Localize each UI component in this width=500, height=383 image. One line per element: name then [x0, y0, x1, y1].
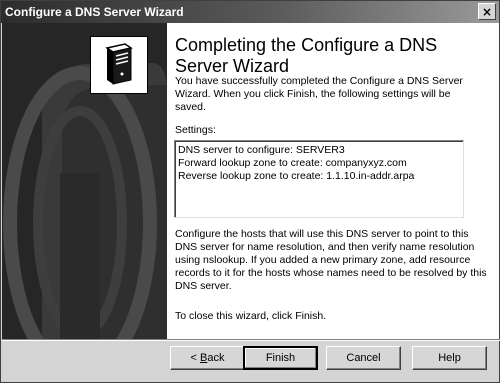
window-title: Configure a DNS Server Wizard	[5, 5, 184, 19]
instructions-text: Configure the hosts that will use this D…	[175, 228, 487, 292]
close-button[interactable]: ×	[478, 3, 496, 20]
settings-label: Settings:	[175, 124, 216, 136]
page-title: Completing the Configure a DNS Server Wi…	[175, 35, 438, 76]
close-instruction-text: To close this wizard, click Finish.	[175, 310, 327, 322]
setting-forward-zone: Forward lookup zone to create: companyxy…	[178, 157, 407, 169]
close-icon: ×	[481, 4, 493, 19]
server-tower-icon	[90, 36, 148, 94]
intro-text: You have successfully completed the Conf…	[175, 75, 463, 113]
setting-dns-server: DNS server to configure: SERVER3	[178, 144, 345, 156]
wizard-content: Completing the Configure a DNS Server Wi…	[167, 23, 499, 339]
cancel-button-label: Cancel	[346, 352, 381, 364]
back-button-label: ack	[207, 352, 225, 364]
setting-reverse-zone: Reverse lookup zone to create: 1.1.10.in…	[178, 170, 415, 182]
help-button-label: Help	[438, 352, 461, 364]
cancel-button[interactable]: Cancel	[326, 346, 401, 370]
back-button-prefix: <	[190, 352, 200, 364]
help-button[interactable]: Help	[412, 346, 487, 370]
divider-highlight	[2, 340, 500, 341]
wizard-window: Configure a DNS Server Wizard × Completi…	[0, 0, 500, 383]
title-bar[interactable]: Configure a DNS Server Wizard ×	[1, 1, 499, 23]
settings-textbox[interactable]: DNS server to configure: SERVER3 Forward…	[174, 140, 464, 218]
finish-button-label: Finish	[265, 352, 296, 364]
back-button-mnemonic: B	[200, 352, 208, 364]
finish-button[interactable]: Finish	[243, 346, 318, 370]
back-button[interactable]: < Back	[170, 346, 245, 370]
